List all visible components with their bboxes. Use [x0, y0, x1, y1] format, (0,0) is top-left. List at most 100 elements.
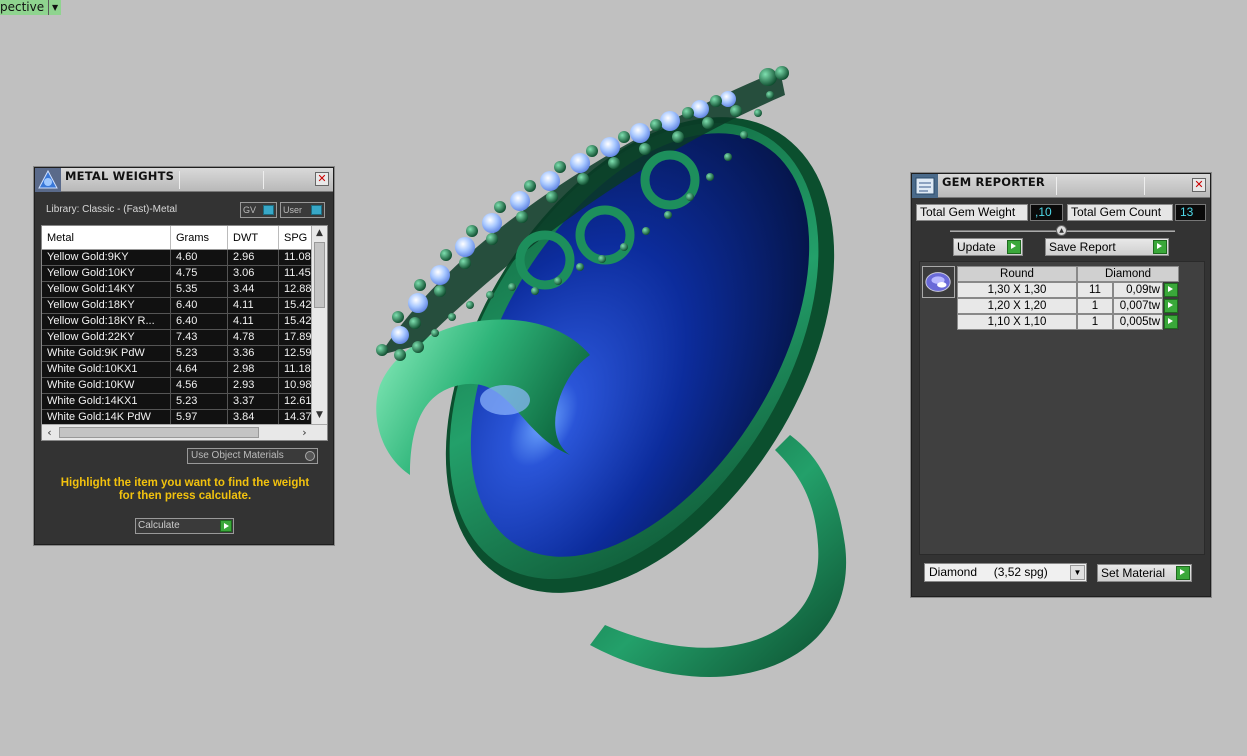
instruction-text: Highlight the item you want to find the …	[45, 477, 325, 503]
table-row[interactable]: Yellow Gold:14KY 5.35 3.44 12.88	[42, 282, 313, 298]
column-header-metal[interactable]: Metal	[42, 226, 171, 249]
gem-row-action[interactable]	[1163, 282, 1179, 298]
table-row[interactable]: White Gold:10KX1 4.64 2.98 11.18	[42, 362, 313, 378]
scroll-thumb[interactable]	[59, 427, 259, 438]
viewport-mode-label: pective	[0, 0, 49, 15]
gem-list-area: Round Diamond 1,30 X 1,30 11 0,09tw 1,20 X …	[919, 261, 1205, 555]
dwt-cell: 3.37	[228, 394, 279, 409]
gem-row-action[interactable]	[1163, 298, 1179, 314]
play-arrow-icon[interactable]	[1007, 240, 1021, 254]
titlebar-divider	[1056, 177, 1057, 195]
grams-cell: 5.23	[171, 394, 228, 409]
dwt-cell: 3.84	[228, 410, 279, 425]
gem-size-cell: 1,30 X 1,30	[957, 282, 1077, 298]
play-arrow-icon[interactable]	[1164, 283, 1178, 297]
metal-name-cell: White Gold:10KW	[42, 378, 171, 393]
slider-knob-icon[interactable]: ▲	[1056, 225, 1067, 236]
dwt-cell: 4.11	[228, 298, 279, 313]
set-material-label: Set Material	[1101, 566, 1166, 580]
chevron-down-icon[interactable]: ▼	[48, 0, 62, 15]
dwt-cell: 3.06	[228, 266, 279, 281]
spg-cell: 12.59	[279, 346, 313, 361]
spg-cell: 17.89	[279, 330, 313, 345]
table-row[interactable]: White Gold:9K PdW 5.23 3.36 12.59	[42, 346, 313, 362]
table-row[interactable]: Yellow Gold:9KY 4.60 2.96 11.08	[42, 250, 313, 266]
metal-name-cell: Yellow Gold:14KY	[42, 282, 171, 297]
spg-cell: 15.42	[279, 298, 313, 313]
metal-name-cell: White Gold:14KX1	[42, 394, 171, 409]
chevron-left-icon[interactable]: ‹	[42, 425, 57, 440]
gv-toggle[interactable]: GV	[240, 202, 277, 218]
grams-cell: 4.64	[171, 362, 228, 377]
play-arrow-icon[interactable]	[1164, 299, 1178, 313]
play-arrow-icon[interactable]	[1153, 240, 1167, 254]
table-row[interactable]: White Gold:14KX1 5.23 3.37 12.61	[42, 394, 313, 410]
gem-table-row[interactable]: 1,10 X 1,10 1 0,005tw	[957, 314, 1179, 330]
play-arrow-icon[interactable]	[1164, 315, 1178, 329]
spg-cell: 11.45	[279, 266, 313, 281]
spg-cell: 10.98	[279, 378, 313, 393]
metal-table[interactable]: Metal Grams DWT SPG Yellow Gold:9KY 4.60 2…	[41, 225, 328, 441]
user-toggle[interactable]: User	[280, 202, 325, 218]
instruction-line-1: Highlight the item you want to find the …	[60, 477, 310, 489]
metal-name-cell: White Gold:9K PdW	[42, 346, 171, 361]
total-gem-count-value: 13	[1175, 204, 1206, 221]
gem-reporter-icon	[912, 174, 938, 198]
gem-table-row[interactable]: 1,20 X 1,20 1 0,007tw	[957, 298, 1179, 314]
round-diamond-icon[interactable]	[922, 266, 955, 298]
chevron-down-icon[interactable]: ▼	[312, 408, 327, 423]
grams-cell: 6.40	[171, 314, 228, 329]
gem-table-row[interactable]: 1,30 X 1,30 11 0,09tw	[957, 282, 1179, 298]
table-row[interactable]: Yellow Gold:22KY 7.43 4.78 17.89	[42, 330, 313, 346]
table-row[interactable]: Yellow Gold:18KY 6.40 4.11 15.42	[42, 298, 313, 314]
gem-row-action[interactable]	[1163, 314, 1179, 330]
gem-size-cell: 1,20 X 1,20	[957, 298, 1077, 314]
update-button[interactable]: Update	[953, 238, 1023, 256]
vertical-scrollbar[interactable]: ▲ ▼	[311, 226, 327, 424]
update-label: Update	[957, 240, 996, 254]
table-row[interactable]: White Gold:10KW 4.56 2.93 10.98	[42, 378, 313, 394]
set-material-button[interactable]: Set Material	[1097, 564, 1192, 582]
use-object-materials-option[interactable]: Use Object Materials	[187, 448, 318, 464]
metal-name-cell: Yellow Gold:18KY R...	[42, 314, 171, 329]
material-select-value: Diamond (3,52 spg)	[929, 565, 1048, 579]
calculate-button[interactable]: Calculate	[135, 518, 234, 534]
scroll-thumb[interactable]	[314, 242, 325, 308]
chevron-up-icon[interactable]: ▲	[312, 226, 327, 241]
library-label: Library: Classic - (Fast)-Metal	[46, 204, 178, 215]
table-body: Yellow Gold:9KY 4.60 2.96 11.08 Yellow Gold:…	[42, 250, 313, 426]
chevron-down-icon[interactable]: ▼	[1070, 565, 1085, 580]
material-select[interactable]: Diamond (3,52 spg) ▼	[924, 563, 1087, 582]
horizontal-scrollbar[interactable]: ‹ ›	[42, 424, 327, 440]
close-icon[interactable]: ✕	[1192, 178, 1206, 192]
gem-weight-cell: 0,09tw	[1113, 282, 1163, 298]
metal-weights-panel: METAL WEIGHTS ✕ Library: Classic - (Fast…	[34, 167, 334, 545]
metal-weights-titlebar[interactable]: METAL WEIGHTS ✕	[35, 168, 333, 192]
column-header-grams[interactable]: Grams	[171, 226, 228, 249]
dwt-cell: 4.11	[228, 314, 279, 329]
save-report-button[interactable]: Save Report	[1045, 238, 1169, 256]
titlebar-divider	[1144, 177, 1145, 195]
viewport-mode-dropdown[interactable]: pective ▼	[0, 0, 62, 15]
radio-icon[interactable]	[305, 451, 315, 461]
table-header: Metal Grams DWT SPG	[42, 226, 327, 250]
gem-reporter-titlebar[interactable]: GEM REPORTER ✕	[912, 174, 1210, 198]
gem-count-cell: 1	[1077, 314, 1113, 330]
column-header-dwt[interactable]: DWT	[228, 226, 279, 249]
play-arrow-icon[interactable]	[220, 520, 232, 532]
ring-3d-render	[376, 66, 847, 677]
chevron-right-icon[interactable]: ›	[297, 425, 312, 440]
dwt-cell: 3.44	[228, 282, 279, 297]
play-arrow-icon[interactable]	[1176, 566, 1190, 580]
table-row[interactable]: Yellow Gold:18KY R... 6.40 4.11 15.42	[42, 314, 313, 330]
total-gem-weight-label: Total Gem Weight	[916, 204, 1028, 221]
dwt-cell: 3.36	[228, 346, 279, 361]
table-row[interactable]: Yellow Gold:10KY 4.75 3.06 11.45	[42, 266, 313, 282]
column-header-spg[interactable]: SPG	[279, 226, 313, 249]
gem-count-cell: 1	[1077, 298, 1113, 314]
column-header-round: Round	[957, 266, 1077, 282]
metal-weights-icon	[35, 168, 61, 192]
calculate-label: Calculate	[138, 520, 180, 531]
instruction-line-2: for then press calculate.	[118, 490, 252, 502]
close-icon[interactable]: ✕	[315, 172, 329, 186]
